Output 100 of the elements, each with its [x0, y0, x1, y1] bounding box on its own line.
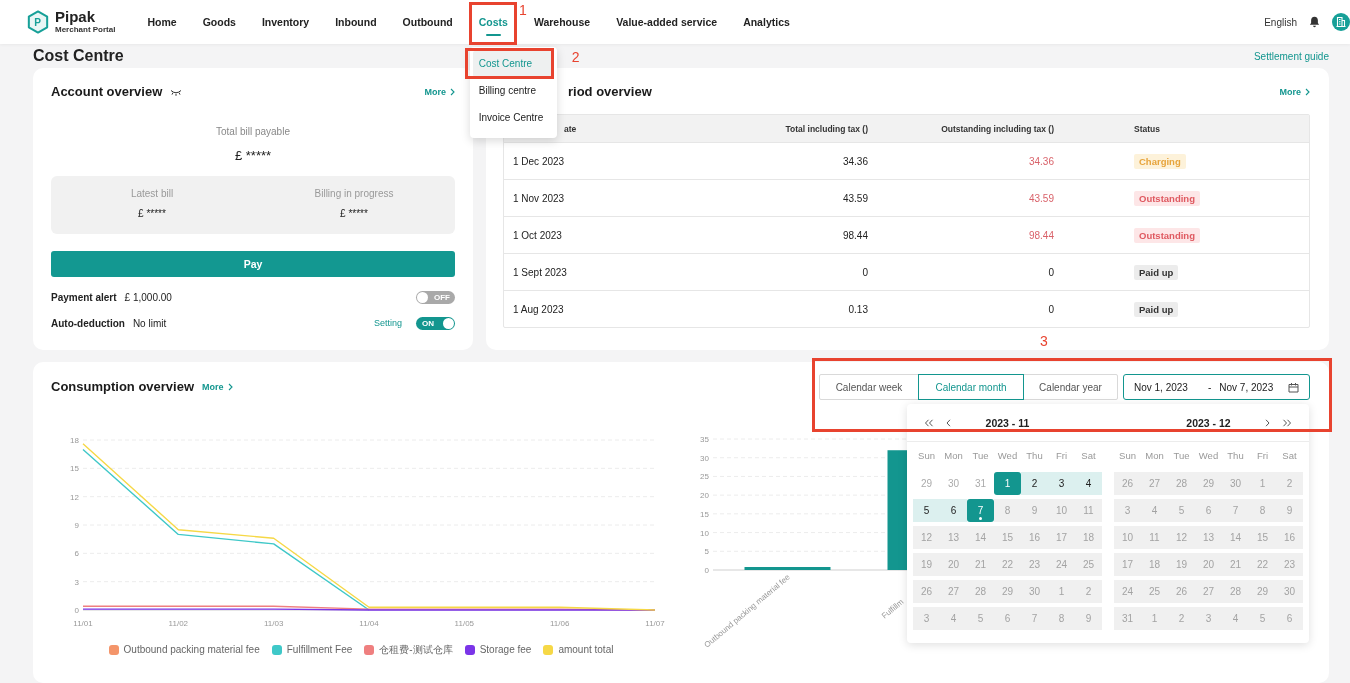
nav-link[interactable]: Outbound — [402, 2, 453, 42]
total-label: Total bill payable — [215, 126, 291, 138]
calendar-day[interactable]: 4 — [1075, 472, 1102, 495]
menu-item[interactable]: Cost Centre — [472, 51, 554, 77]
nav-link[interactable]: Costs — [478, 2, 508, 42]
weekday-label: Sat — [1080, 449, 1097, 463]
nav-link[interactable]: Goods — [202, 2, 236, 42]
axis-label: 11/02 — [168, 619, 189, 628]
nav-link[interactable]: Analytics — [743, 2, 790, 42]
weekday-label: Wed — [1197, 449, 1220, 463]
card-title: Consumption overview — [51, 379, 195, 395]
calendar-day[interactable]: 1 — [994, 472, 1021, 495]
double-chevron-left-icon[interactable] — [924, 418, 934, 427]
weekday-label: Sun — [917, 449, 936, 463]
legend-label[interactable]: 仓租费-测试仓库 — [379, 643, 453, 656]
nav-link[interactable]: Value-added service — [616, 2, 718, 42]
legend-swatch-icon[interactable] — [271, 644, 282, 655]
weekday-label: Wed — [996, 449, 1019, 463]
card-title: riod overview — [568, 84, 652, 100]
more-link[interactable]: More — [1279, 87, 1310, 97]
calendar-day[interactable]: 5 — [913, 499, 940, 522]
axis-label: 30 — [700, 453, 709, 463]
axis-label: 0 — [74, 606, 79, 615]
weekday-label: Thu — [1025, 449, 1044, 463]
axis-label: 0 — [704, 566, 709, 575]
nav-link[interactable]: Inventory — [261, 2, 310, 42]
legend-swatch-icon[interactable] — [464, 644, 475, 655]
table-cell-text: 1 Dec 2023 — [512, 155, 566, 167]
weekday-label: Fri — [1054, 449, 1069, 463]
language-selector[interactable]: English — [1264, 16, 1297, 28]
axis-label: 35 — [700, 435, 709, 444]
axis-label: 9 — [74, 521, 79, 530]
table-cell-text: 0 — [1047, 266, 1055, 278]
toggle-switch[interactable]: ON — [416, 316, 455, 330]
menu-item[interactable]: Billing centre — [472, 78, 554, 104]
nav-link[interactable]: Home — [147, 2, 177, 42]
card-title: Account overview — [51, 84, 163, 100]
brand-subtitle: Merchant Portal — [55, 25, 116, 35]
eye-closed-icon[interactable] — [170, 88, 183, 96]
status-badge: Outstanding — [1134, 190, 1200, 206]
axis-label: 11/01 — [73, 619, 93, 628]
legend-label[interactable]: Storage fee — [479, 643, 532, 656]
nav-link[interactable]: Warehouse — [533, 2, 591, 42]
calendar-day[interactable]: 7 — [967, 499, 994, 522]
axis-label: 3 — [74, 577, 79, 587]
axis-label: 12 — [70, 492, 79, 502]
notification-bell-icon[interactable] — [1309, 16, 1320, 28]
axis-label: 18 — [70, 436, 79, 445]
chevron-right-icon — [450, 88, 455, 96]
setting-value: No limit — [132, 317, 167, 329]
avatar-icon[interactable] — [1332, 13, 1350, 31]
period-tab[interactable]: Calendar year — [1023, 374, 1118, 400]
calendar-day[interactable]: 2 — [1021, 472, 1048, 495]
axis-label: 11/03 — [263, 619, 284, 628]
total-amount: £ ***** — [233, 148, 273, 164]
weekday-label: Fri — [1255, 449, 1270, 463]
menu-item[interactable]: Invoice Centre — [472, 105, 554, 131]
bill-label: Latest bill — [130, 188, 174, 200]
weekday-label: Mon — [1144, 449, 1165, 463]
nav-link[interactable]: Inbound — [335, 2, 377, 42]
calendar-day[interactable]: 3 — [1048, 472, 1075, 495]
setting-label: Auto-deduction — [51, 317, 125, 329]
table-cell-text: 1 Oct 2023 — [512, 229, 563, 241]
setting-label: Payment alert — [51, 291, 117, 303]
legend-label[interactable]: amount total — [558, 643, 614, 656]
period-tab[interactable]: Calendar week — [819, 374, 919, 400]
annotation-frame — [468, 2, 517, 45]
month-title: 2023 - 11 — [984, 416, 1031, 429]
table-cell-text: 1 Nov 2023 — [512, 192, 566, 204]
column-header: Outstanding including tax () — [940, 123, 1055, 134]
period-tab[interactable]: Calendar month — [918, 374, 1024, 400]
axis-label: 5 — [704, 547, 709, 557]
chevron-right-icon[interactable] — [1265, 418, 1270, 427]
annotation-number: 3 — [1040, 333, 1048, 349]
legend-swatch-icon[interactable] — [543, 644, 554, 655]
date-range-field[interactable]: Nov 1, 2023 - Nov 7, 2023 — [1123, 374, 1310, 400]
legend-label[interactable]: Fulfillment Fee — [286, 643, 353, 656]
table-cell-text: 0 — [1047, 303, 1055, 315]
bill-amount: £ ***** — [138, 208, 166, 220]
table-cell-text: 34.36 — [1027, 155, 1055, 167]
settlement-guide-link[interactable]: Settlement guide — [1253, 50, 1329, 62]
more-link[interactable]: More — [202, 382, 233, 392]
more-link[interactable]: More — [424, 87, 455, 97]
axis-label: 11/04 — [359, 619, 379, 628]
column-header: Status — [1133, 123, 1161, 134]
setting-link[interactable]: Setting — [373, 318, 402, 328]
double-chevron-right-icon[interactable] — [1282, 418, 1292, 427]
legend-swatch-icon[interactable] — [364, 644, 375, 655]
chevron-left-icon[interactable] — [946, 418, 951, 427]
chevron-right-icon — [227, 383, 233, 391]
table-cell-text: 98.44 — [1027, 229, 1055, 241]
brand-name: Pipak — [55, 9, 97, 25]
weekday-label: Tue — [1172, 449, 1191, 463]
axis-label: 15 — [70, 464, 79, 474]
legend-label[interactable]: Outbound packing material fee — [123, 643, 260, 656]
toggle-switch[interactable]: OFF — [416, 290, 455, 304]
status-badge: Outstanding — [1134, 227, 1200, 243]
legend-swatch-icon[interactable] — [108, 644, 119, 655]
calendar-day[interactable]: 6 — [940, 499, 967, 522]
pay-button[interactable]: Pay — [51, 251, 455, 277]
